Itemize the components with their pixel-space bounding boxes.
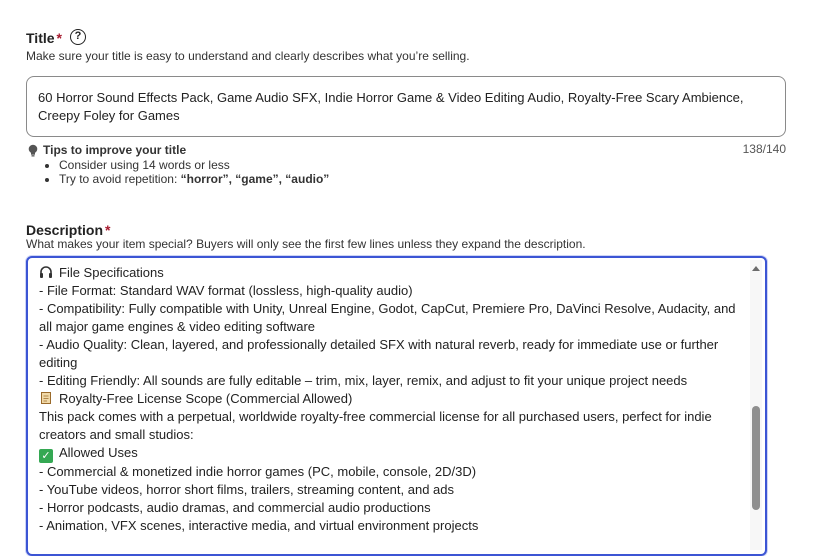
repetition-words: “horror”, “game”, “audio” bbox=[180, 172, 330, 186]
title-input[interactable]: 60 Horror Sound Effects Pack, Game Audio… bbox=[26, 76, 786, 137]
title-label: Title * bbox=[26, 30, 62, 46]
description-label: Description * bbox=[26, 222, 111, 238]
scroll-up-arrow-icon[interactable] bbox=[752, 266, 760, 271]
scrollbar-thumb[interactable] bbox=[752, 406, 760, 510]
description-line: - Horror podcasts, audio dramas, and com… bbox=[39, 500, 431, 515]
description-line: - File Format: Standard WAV format (loss… bbox=[39, 283, 413, 298]
description-help-text: What makes your item special? Buyers wil… bbox=[26, 237, 586, 251]
description-line: - Compatibility: Fully compatible with U… bbox=[39, 301, 736, 334]
title-tips: Tips to improve your title Consider usin… bbox=[28, 143, 329, 186]
description-content: File Specifications - File Format: Stand… bbox=[39, 264, 739, 535]
description-textarea[interactable]: File Specifications - File Format: Stand… bbox=[26, 256, 767, 556]
check-mark-icon: ✓ bbox=[39, 449, 53, 463]
description-line: - Audio Quality: Clean, layered, and pro… bbox=[39, 337, 719, 370]
help-icon[interactable]: ? bbox=[70, 29, 86, 45]
description-scrollbar[interactable] bbox=[750, 260, 762, 550]
description-line: This pack comes with a perpetual, worldw… bbox=[39, 409, 712, 442]
tip-item: Try to avoid repetition: “horror”, “game… bbox=[59, 172, 329, 186]
required-mark: * bbox=[56, 30, 62, 46]
description-line: File Specifications bbox=[39, 264, 739, 282]
headphones-icon bbox=[40, 266, 52, 278]
lightbulb-icon bbox=[28, 144, 38, 156]
description-line: - YouTube videos, horror short films, tr… bbox=[39, 482, 454, 497]
description-line: - Commercial & monetized indie horror ga… bbox=[39, 464, 477, 479]
title-help-text: Make sure your title is easy to understa… bbox=[26, 49, 470, 63]
description-line: - Animation, VFX scenes, interactive med… bbox=[39, 518, 479, 533]
description-line: ✓ Allowed Uses bbox=[39, 444, 739, 463]
description-line: - Editing Friendly: All sounds are fully… bbox=[39, 373, 688, 388]
required-mark: * bbox=[105, 222, 111, 238]
description-line: Royalty-Free License Scope (Commercial A… bbox=[39, 390, 739, 408]
tip-item: Consider using 14 words or less bbox=[59, 158, 329, 172]
title-char-counter: 138/140 bbox=[742, 142, 786, 156]
scroll-icon bbox=[41, 392, 51, 404]
tips-heading: Tips to improve your title bbox=[43, 143, 187, 157]
